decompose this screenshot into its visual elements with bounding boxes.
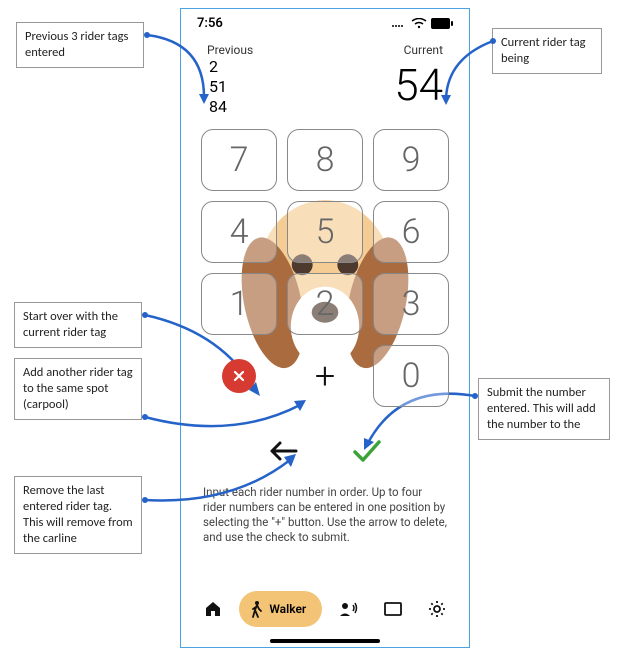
arrow-current [438, 38, 498, 108]
home-indicator [270, 639, 380, 643]
key-3[interactable]: 3 [373, 273, 449, 335]
status-bar: 7:56 [181, 9, 469, 37]
status-time: 7:56 [197, 16, 223, 31]
key-4[interactable]: 4 [201, 201, 277, 263]
callout-previous: Previous 3 rider tags entered [16, 22, 144, 68]
bottom-nav: Walker [181, 587, 469, 631]
clear-button[interactable] [201, 345, 277, 407]
key-5[interactable]: 5 [287, 201, 363, 263]
current-value: 54 [394, 61, 443, 109]
person-voice-icon [338, 601, 358, 617]
current-block: Current 54 [394, 43, 443, 117]
callout-plus: Add another rider tag to the same spot (… [14, 358, 142, 420]
nav-screen[interactable] [375, 591, 411, 627]
key-2[interactable]: 2 [287, 273, 363, 335]
key-9[interactable]: 9 [373, 129, 449, 191]
home-icon [204, 600, 222, 618]
key-7[interactable]: 7 [201, 129, 277, 191]
battery-icon [431, 18, 453, 29]
callout-submit: Submit the number entered. This will add… [478, 378, 610, 440]
key-8[interactable]: 8 [287, 129, 363, 191]
keypad-area: 7 8 9 4 5 6 1 2 3 + 0 [181, 125, 469, 425]
callout-current: Current rider tag being [492, 28, 602, 74]
numbers-row: Previous 2 51 84 Current 54 [181, 37, 469, 125]
callout-clear: Start over with the current rider tag [14, 302, 142, 348]
keypad: 7 8 9 4 5 6 1 2 3 + 0 [181, 125, 469, 407]
wifi-icon [411, 18, 427, 29]
key-0[interactable]: 0 [373, 345, 449, 407]
nav-walker-label: Walker [269, 602, 306, 616]
walker-icon [249, 600, 263, 618]
screen-icon [383, 601, 403, 617]
nav-home[interactable] [195, 591, 231, 627]
add-rider-button[interactable]: + [287, 345, 363, 407]
arrow-previous [144, 32, 224, 112]
status-icons [391, 18, 453, 29]
callout-back: Remove the last entered rider tag. This … [14, 476, 142, 554]
nav-walker[interactable]: Walker [239, 591, 322, 627]
close-icon [231, 368, 247, 384]
nav-settings[interactable] [419, 591, 455, 627]
signal-icon [391, 18, 407, 28]
key-1[interactable]: 1 [201, 273, 277, 335]
gear-icon [428, 600, 446, 618]
arrow-back [142, 450, 302, 510]
nav-announce[interactable] [330, 591, 366, 627]
key-6[interactable]: 6 [373, 201, 449, 263]
